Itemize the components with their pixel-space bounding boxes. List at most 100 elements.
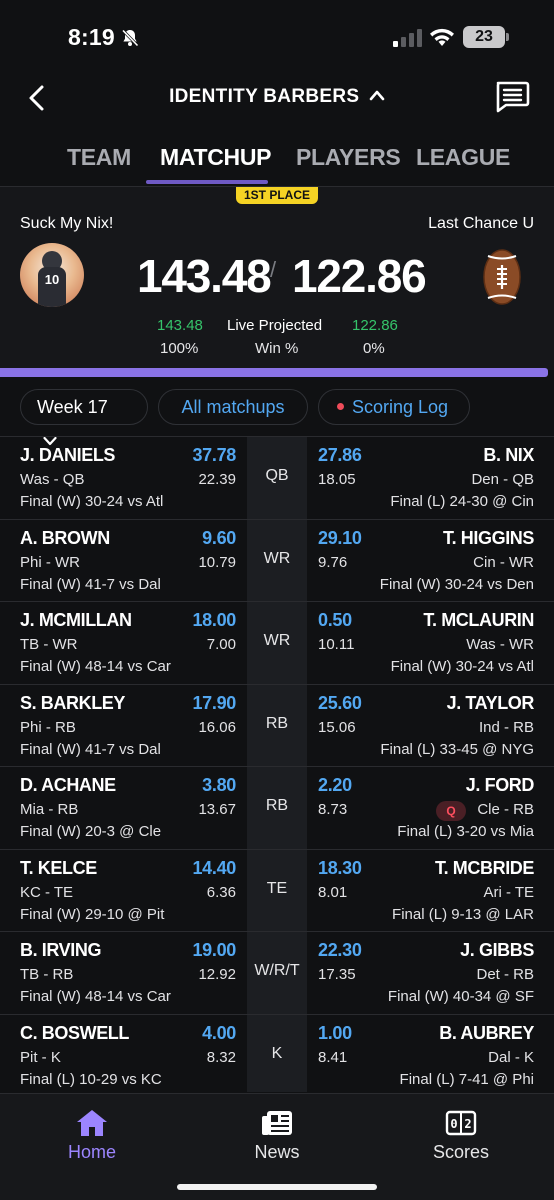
right-player-game-result: Final (W) 30-24 vs Atl xyxy=(390,658,534,675)
right-player-game-result: Final (W) 40-34 @ SF xyxy=(387,988,534,1005)
tab-team[interactable]: TEAM xyxy=(67,144,131,171)
left-player-points: 3.80 xyxy=(202,775,236,795)
roster-row: C. BOSWELL 4.00 Pit - K 8.32 Final (L) 10-29… xyxy=(0,1013,554,1096)
left-player-name[interactable]: T. KELCE xyxy=(20,858,97,879)
svg-text:0: 0 xyxy=(450,1117,457,1131)
active-tab-indicator xyxy=(146,180,268,184)
right-player-projection: 9.76 xyxy=(318,553,348,571)
week-label: Week 17 xyxy=(37,397,108,417)
roster-row: D. ACHANE 3.80 Mia - RB 13.67 Final (W) 20-3… xyxy=(0,766,554,848)
right-player-team-position: Den - QB xyxy=(471,471,534,488)
week-selector[interactable]: Week 17 xyxy=(20,389,148,446)
left-player-projection: 16.06 xyxy=(198,718,236,736)
left-player-game-result: Final (W) 48-14 vs Car xyxy=(20,988,171,1005)
left-player-name[interactable]: A. BROWN xyxy=(20,528,110,549)
right-player-name[interactable]: B. AUBREY xyxy=(439,1023,534,1044)
left-player-name[interactable]: J. DANIELS xyxy=(20,445,115,466)
right-player-game-result: Final (L) 9-13 @ LAR xyxy=(392,905,534,923)
right-player-points: 1.00 xyxy=(318,1022,352,1043)
right-player-team-position: Was - WR xyxy=(466,636,534,653)
right-player-name[interactable]: J. GIBBS xyxy=(460,940,534,961)
right-player-name[interactable]: T. HIGGINS xyxy=(443,528,534,549)
left-player-projection: 12.92 xyxy=(198,966,236,983)
right-player-projection: 15.06 xyxy=(318,718,356,736)
left-player-points: 14.40 xyxy=(192,857,236,878)
left-player-points: 4.00 xyxy=(202,1022,236,1043)
nav-scores-label: Scores xyxy=(432,1142,490,1162)
right-player-name[interactable]: B. NIX xyxy=(483,445,534,466)
right-player-team-position: Det - RB xyxy=(476,966,534,983)
scoring-log-button[interactable]: Scoring Log xyxy=(318,389,470,425)
left-player-points: 19.00 xyxy=(192,940,236,960)
tab-league[interactable]: LEAGUE xyxy=(416,144,510,171)
win-probability-bar xyxy=(0,368,548,377)
signal-icon xyxy=(393,29,422,47)
left-player-name[interactable]: C. BOSWELL xyxy=(20,1023,129,1044)
nav-home-label: Home xyxy=(67,1142,116,1162)
football-icon[interactable] xyxy=(482,249,522,305)
league-tabs: TEAM MATCHUP PLAYERS LEAGUE xyxy=(0,136,554,186)
live-dot-icon xyxy=(337,403,344,410)
right-win-probability: 0% xyxy=(363,340,385,357)
left-player-name[interactable]: S. BARKLEY xyxy=(20,693,125,714)
left-player-game-result: Final (W) 41-7 vs Dal xyxy=(20,740,161,758)
right-player-points: 25.60 xyxy=(318,692,362,713)
battery-indicator: 23 xyxy=(463,26,505,48)
chat-icon[interactable] xyxy=(494,80,530,114)
right-player-name[interactable]: J. TAYLOR xyxy=(447,693,535,714)
roster-row: J. DANIELS 37.78 Was - QB 22.39 Final (W) 30… xyxy=(0,436,554,518)
home-icon xyxy=(77,1110,107,1136)
nav-news[interactable]: News xyxy=(217,1108,337,1163)
right-player-game-result: Final (L) 7-41 @ Phi xyxy=(399,1070,534,1088)
right-player-name[interactable]: T. MCLAURIN xyxy=(423,610,534,631)
all-matchups-button[interactable]: All matchups xyxy=(158,389,308,425)
league-header: IDENTITY BARBERS xyxy=(0,74,554,122)
left-projected-score: 143.48 xyxy=(157,317,203,334)
roster-slot-label: WR xyxy=(263,549,291,567)
left-player-points: 37.78 xyxy=(192,445,236,465)
nav-home[interactable]: Home xyxy=(32,1108,152,1163)
left-player-name[interactable]: D. ACHANE xyxy=(20,775,116,796)
left-player-points: 18.00 xyxy=(192,610,236,630)
left-player-team-position: Pit - K xyxy=(20,1048,61,1066)
left-win-probability: 100% xyxy=(160,340,199,357)
right-player-game-result: Final (L) 3-20 vs Mia xyxy=(397,823,534,840)
left-player-name[interactable]: J. MCMILLAN xyxy=(20,610,132,631)
left-player-projection: 6.36 xyxy=(206,883,236,901)
jersey-number: 10 xyxy=(38,267,66,307)
nav-scores[interactable]: 0 2 Scores xyxy=(401,1108,521,1163)
right-team-score: 122.86 xyxy=(292,250,427,302)
league-switcher[interactable]: IDENTITY BARBERS xyxy=(0,86,554,108)
roster-row: A. BROWN 9.60 Phi - WR 10.79 Final (W) 41-7 … xyxy=(0,518,554,601)
right-player-points: 18.30 xyxy=(318,857,362,878)
tab-matchup[interactable]: MATCHUP xyxy=(160,144,271,171)
right-player-game-result: Final (W) 30-24 vs Den xyxy=(379,575,534,593)
standing-badge: 1ST PLACE xyxy=(236,187,318,204)
right-team-name[interactable]: Last Chance U xyxy=(428,215,534,233)
roster-slot-label: K xyxy=(271,1044,283,1062)
left-player-points: 9.60 xyxy=(202,527,236,548)
right-player-team-position: Ind - RB xyxy=(478,718,534,736)
left-team-name[interactable]: Suck My Nix! xyxy=(20,215,113,233)
left-player-projection: 13.67 xyxy=(198,801,236,818)
news-icon xyxy=(262,1111,292,1135)
tab-players[interactable]: PLAYERS xyxy=(296,144,401,171)
right-player-team-position: Cle - RB xyxy=(477,801,534,818)
right-player-projection: 10.11 xyxy=(318,636,355,653)
left-player-name[interactable]: B. IRVING xyxy=(20,940,101,961)
left-team-avatar[interactable]: 10 xyxy=(20,243,84,307)
right-player-team-position: Cin - WR xyxy=(473,553,534,571)
status-bar: 8:19 23 xyxy=(0,0,554,74)
left-player-team-position: TB - WR xyxy=(20,636,78,653)
left-team-score: 143.48 xyxy=(137,250,272,302)
left-player-projection: 22.39 xyxy=(198,471,236,488)
roster-slot-label: RB xyxy=(265,797,289,814)
roster-row: J. MCMILLAN 18.00 TB - WR 7.00 Final (W) 48-… xyxy=(0,601,554,683)
right-player-game-result: Final (L) 24-30 @ Cin xyxy=(390,493,534,510)
left-player-game-result: Final (L) 10-29 vs KC xyxy=(20,1070,162,1088)
left-player-game-result: Final (W) 30-24 vs Atl xyxy=(20,493,164,510)
right-player-name[interactable]: T. MCBRIDE xyxy=(435,858,534,879)
wifi-icon xyxy=(430,28,454,46)
right-player-name[interactable]: J. FORD xyxy=(466,775,535,796)
left-player-game-result: Final (W) 41-7 vs Dal xyxy=(20,575,161,593)
